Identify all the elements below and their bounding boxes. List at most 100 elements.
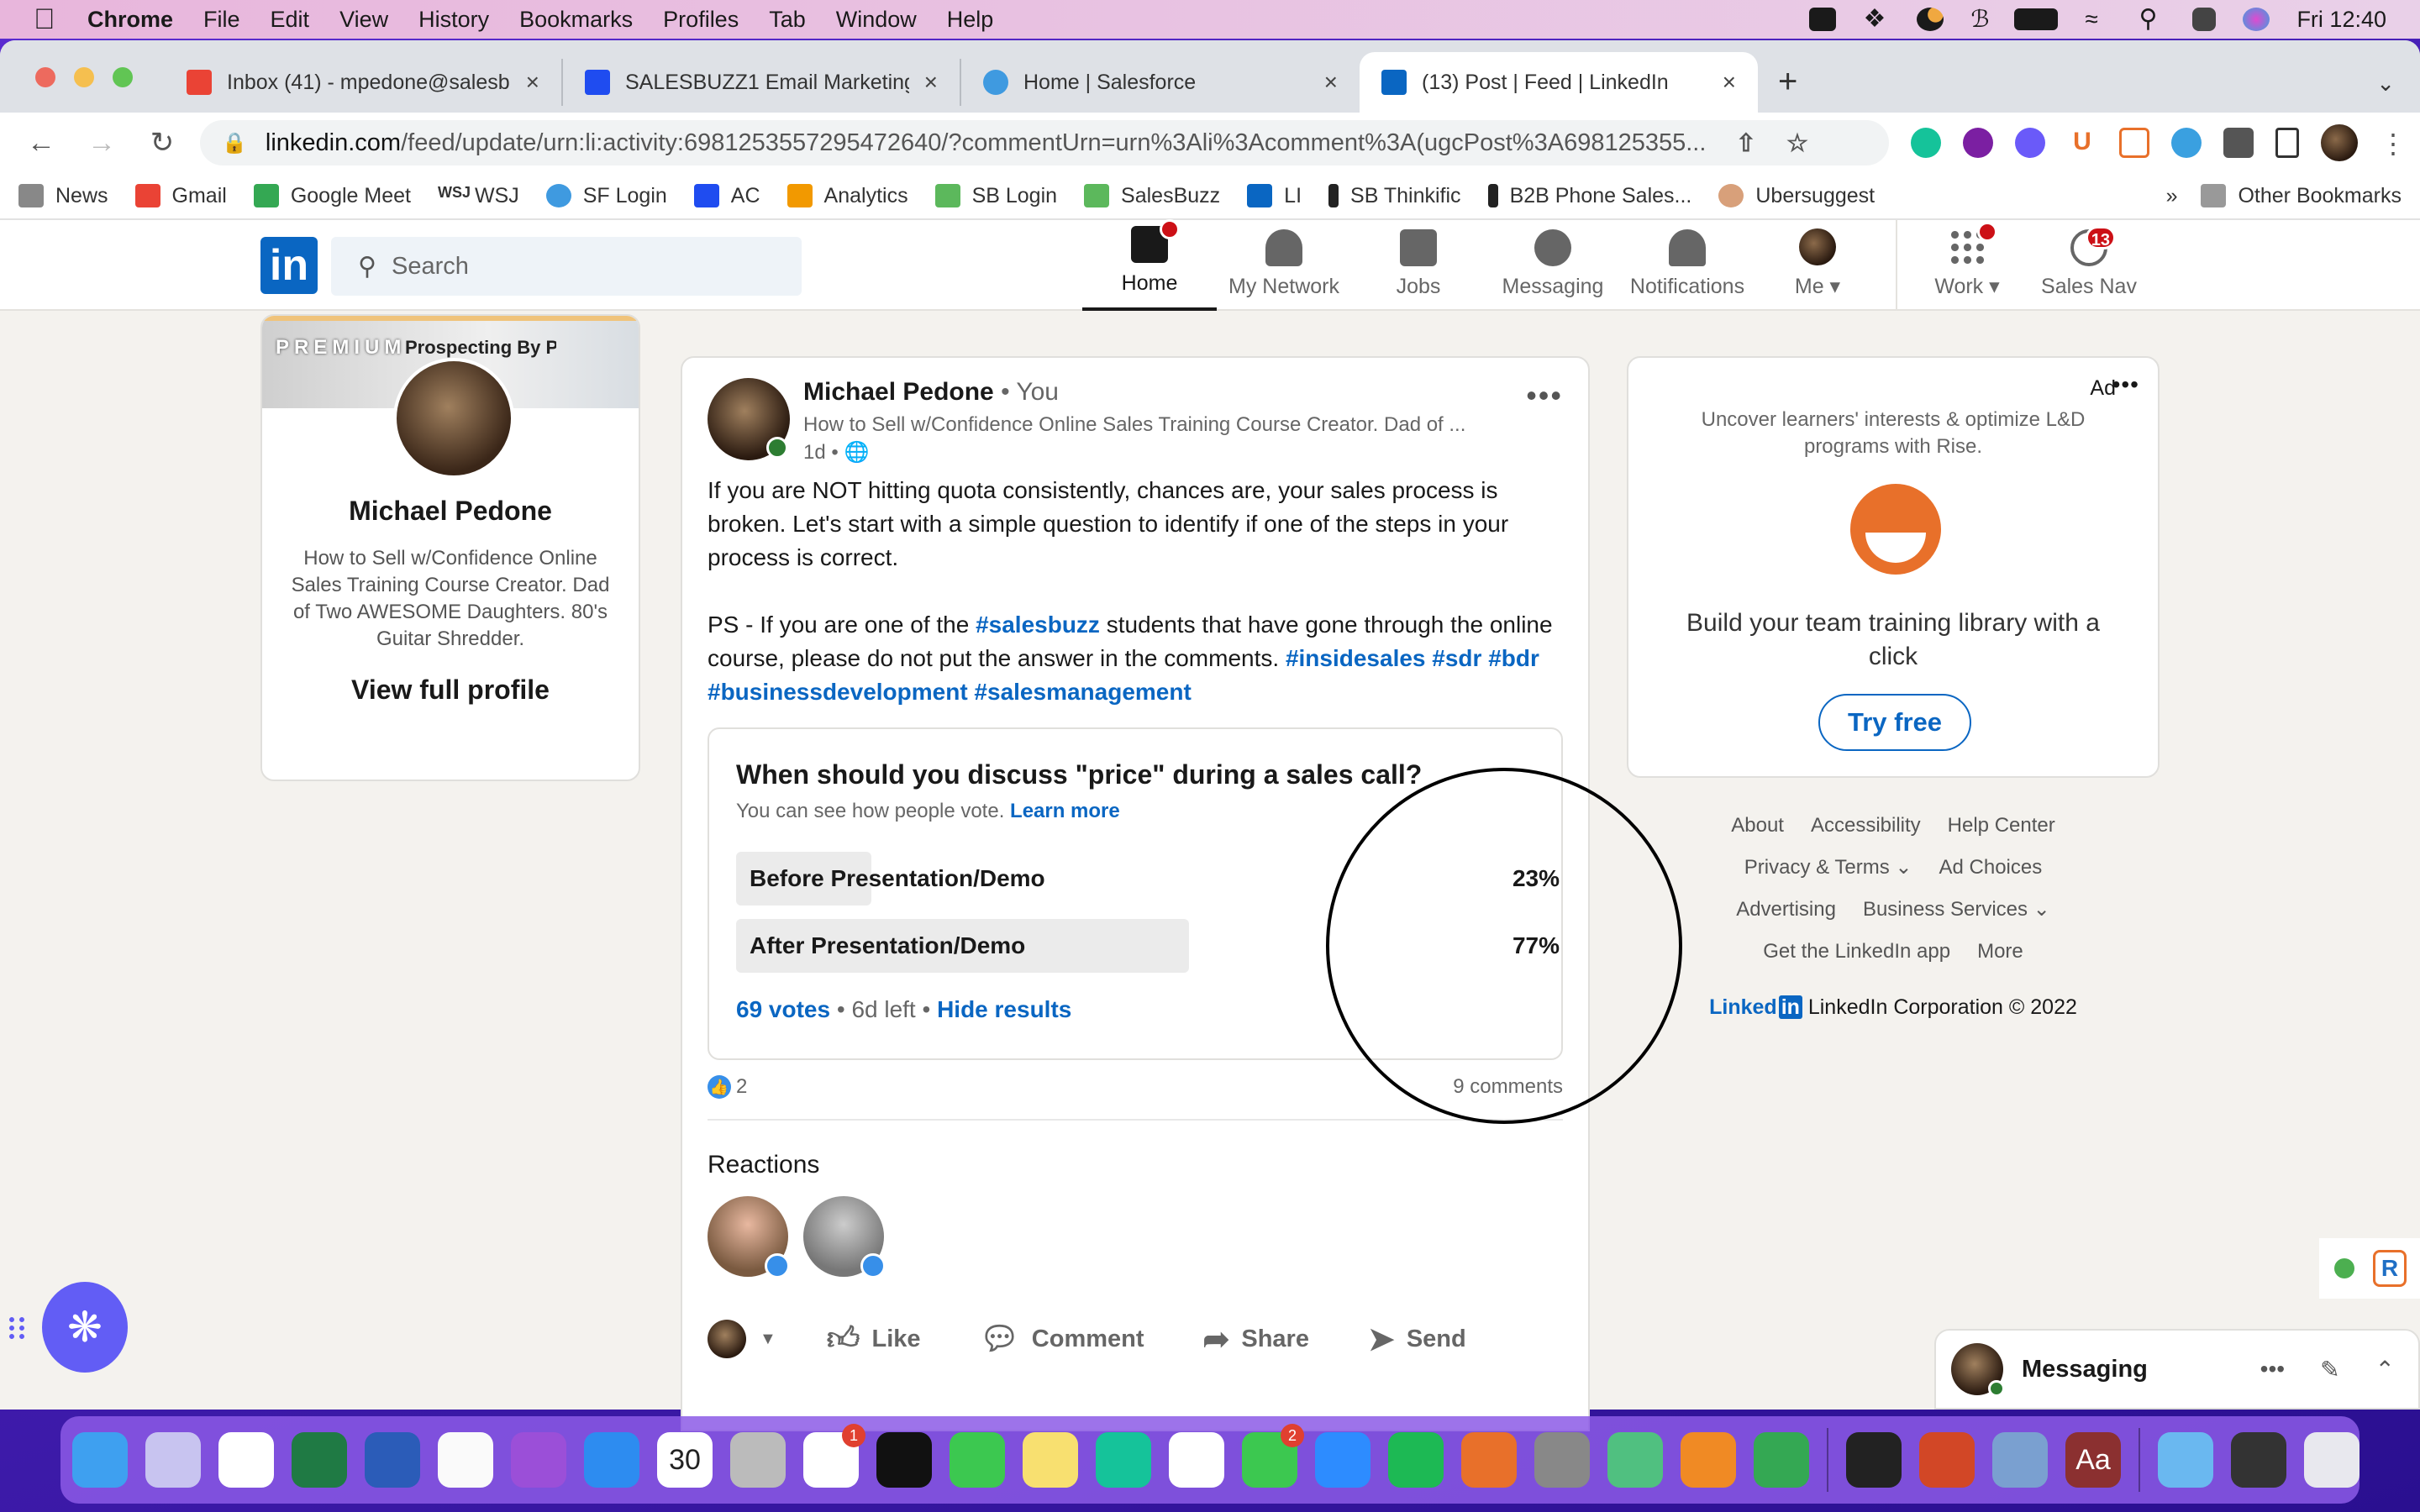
bookmark-li[interactable]: LI (1247, 184, 1302, 208)
menu-profiles[interactable]: Profiles (663, 7, 739, 33)
hide-results-link[interactable]: Hide results (937, 996, 1071, 1022)
nav-jobs[interactable]: Jobs (1351, 220, 1486, 311)
extension-w-icon[interactable] (1963, 128, 1993, 158)
menu-help[interactable]: Help (947, 7, 994, 33)
tab-salesforce[interactable]: Home | Salesforce × (961, 59, 1360, 106)
footer-link-help-center[interactable]: Help Center (1948, 814, 2055, 837)
footer-link-get-app[interactable]: Get the LinkedIn app (1763, 940, 1950, 963)
close-tab-icon[interactable]: × (1723, 69, 1736, 96)
dock-excel-icon[interactable] (292, 1432, 347, 1488)
nav-sales-nav[interactable]: 13 Sales Nav (2022, 220, 2156, 311)
address-bar[interactable]: 🔒 linkedin.com /feed/update/urn:li:activ… (200, 120, 1889, 165)
nav-work[interactable]: Work ▾ (1912, 220, 2022, 311)
footer-link-about[interactable]: About (1731, 814, 1784, 837)
footer-link-accessibility[interactable]: Accessibility (1811, 814, 1921, 837)
siri-icon[interactable] (2243, 8, 2270, 31)
footer-link-advertising[interactable]: Advertising (1736, 898, 1836, 921)
dock-grammarly-icon[interactable] (1096, 1432, 1151, 1488)
search-input[interactable]: ⚲ Search (331, 237, 802, 296)
dock-find-my-icon[interactable] (1607, 1432, 1663, 1488)
footer-link-ad-choices[interactable]: Ad Choices (1939, 856, 2042, 879)
back-button[interactable]: ← (18, 127, 64, 160)
dock-spotify-icon[interactable] (1388, 1432, 1444, 1488)
dock-messages-icon[interactable]: 2 (1242, 1424, 1304, 1488)
learn-more-link[interactable]: Learn more (1010, 800, 1120, 822)
menu-tab[interactable]: Tab (769, 7, 806, 33)
loom-record-button[interactable]: ❋ (42, 1282, 128, 1373)
bookmark-ubersuggest[interactable]: Ubersuggest (1718, 184, 1875, 208)
dock-word-icon[interactable] (365, 1432, 420, 1488)
footer-link-more[interactable]: More (1977, 940, 2023, 963)
view-full-profile-link[interactable]: View full profile (262, 675, 639, 706)
dock-app-store-icon[interactable] (584, 1432, 639, 1488)
rapport-extension-icon[interactable] (2119, 128, 2149, 158)
dock-books-icon[interactable] (1681, 1432, 1736, 1488)
poll-votes-link[interactable]: 69 votes (736, 996, 830, 1022)
nav-my-network[interactable]: My Network (1217, 220, 1351, 311)
forward-button[interactable]: → (79, 127, 124, 160)
status-app-icon[interactable] (1917, 8, 1944, 31)
close-tab-icon[interactable]: × (924, 69, 938, 96)
share-button[interactable]: ➦ Share (1203, 1320, 1309, 1358)
dock-chrome-icon[interactable] (218, 1432, 274, 1488)
bookmark-sf-login[interactable]: SF Login (545, 184, 667, 208)
bookmark-star-icon[interactable]: ☆ (1786, 129, 1808, 158)
footer-link-privacy-terms[interactable]: Privacy & Terms ⌄ (1744, 856, 1912, 879)
comment-button[interactable]: 💬︎ Comment (980, 1320, 1144, 1357)
bookmark-news[interactable]: News (18, 184, 108, 208)
dock-reminders-icon[interactable]: 1 (803, 1424, 865, 1488)
dock-calendar-icon[interactable]: 30 (657, 1432, 713, 1488)
tab-gmail[interactable]: Inbox (41) - mpedone@salesbu × (165, 59, 563, 106)
dock-powerpoint-icon[interactable] (1919, 1432, 1975, 1488)
lock-icon[interactable]: 🔒 (222, 131, 247, 155)
more-options-icon[interactable]: ••• (2260, 1356, 2285, 1383)
reload-button[interactable]: ↻ (139, 126, 185, 160)
bookmarks-overflow-button[interactable]: » (2166, 184, 2178, 208)
dock-downloads-folder-icon[interactable] (2158, 1432, 2213, 1488)
close-tab-icon[interactable]: × (526, 69, 539, 96)
close-window-button[interactable] (35, 67, 55, 87)
apple-menu-icon[interactable]:  (34, 5, 59, 34)
hashtag-link[interactable]: #salesbuzz (976, 612, 1100, 638)
wifi-icon[interactable]: ≈ (2085, 8, 2112, 31)
comments-count-link[interactable]: 9 comments (1453, 1075, 1563, 1099)
side-panel-icon[interactable] (2275, 128, 2299, 158)
drag-handle-icon[interactable] (7, 1315, 27, 1341)
nav-home[interactable]: Home (1082, 219, 1217, 311)
clock[interactable]: Fri 12:40 (2296, 7, 2386, 33)
dock-apple-tv-icon[interactable] (876, 1432, 932, 1488)
rise-logo-icon[interactable] (1850, 484, 1941, 575)
profile-avatar[interactable] (393, 358, 514, 479)
chevron-up-icon[interactable]: ⌃ (2375, 1356, 2395, 1383)
spotlight-search-icon[interactable]: ⚲ (2139, 7, 2165, 32)
footer-link-business-services[interactable]: Business Services ⌄ (1863, 898, 2050, 921)
new-tab-button[interactable]: + (1778, 63, 1797, 101)
menu-view[interactable]: View (339, 7, 388, 33)
other-bookmarks[interactable]: Other Bookmarks (2201, 184, 2402, 208)
reactor-avatar[interactable] (708, 1196, 790, 1278)
bookmark-gmail[interactable]: Gmail (134, 184, 227, 208)
profile-name[interactable]: Michael Pedone (262, 496, 639, 527)
dock-trash-icon[interactable] (2304, 1432, 2360, 1488)
dock-facetime-icon[interactable] (950, 1432, 1005, 1488)
dock-launchpad-icon[interactable] (145, 1432, 201, 1488)
dropbox-icon[interactable]: ❖ (1863, 7, 1890, 32)
bookmark-ac[interactable]: AC (693, 184, 760, 208)
menu-window[interactable]: Window (836, 7, 917, 33)
dock-preview-icon[interactable] (1992, 1432, 2048, 1488)
dock-rapport-icon[interactable] (1461, 1432, 1517, 1488)
reactor-avatar[interactable] (803, 1196, 886, 1278)
bookmark-wsj[interactable]: WSJ WSJ (438, 184, 519, 208)
poll-option[interactable]: After Presentation/Demo 77% (736, 919, 1560, 973)
extension-y-icon[interactable] (2171, 128, 2202, 158)
battery-icon[interactable] (2014, 8, 2059, 30)
more-options-icon[interactable]: ••• (1526, 378, 1563, 413)
bookmark-sb-thinkific[interactable]: SB Thinkific (1328, 184, 1461, 208)
ad-options-icon[interactable]: ••• (2112, 371, 2139, 398)
poll-option[interactable]: Before Presentation/Demo 23% (736, 852, 1560, 906)
bookmark-salesbuzz[interactable]: SalesBuzz (1084, 184, 1220, 208)
dock-photos-icon[interactable] (1169, 1432, 1224, 1488)
tab-linkedin-active[interactable]: (13) Post | Feed | LinkedIn × (1360, 52, 1758, 113)
bluetooth-icon[interactable]: ℬ (1970, 8, 1989, 31)
author-name[interactable]: Michael Pedone (803, 378, 994, 406)
